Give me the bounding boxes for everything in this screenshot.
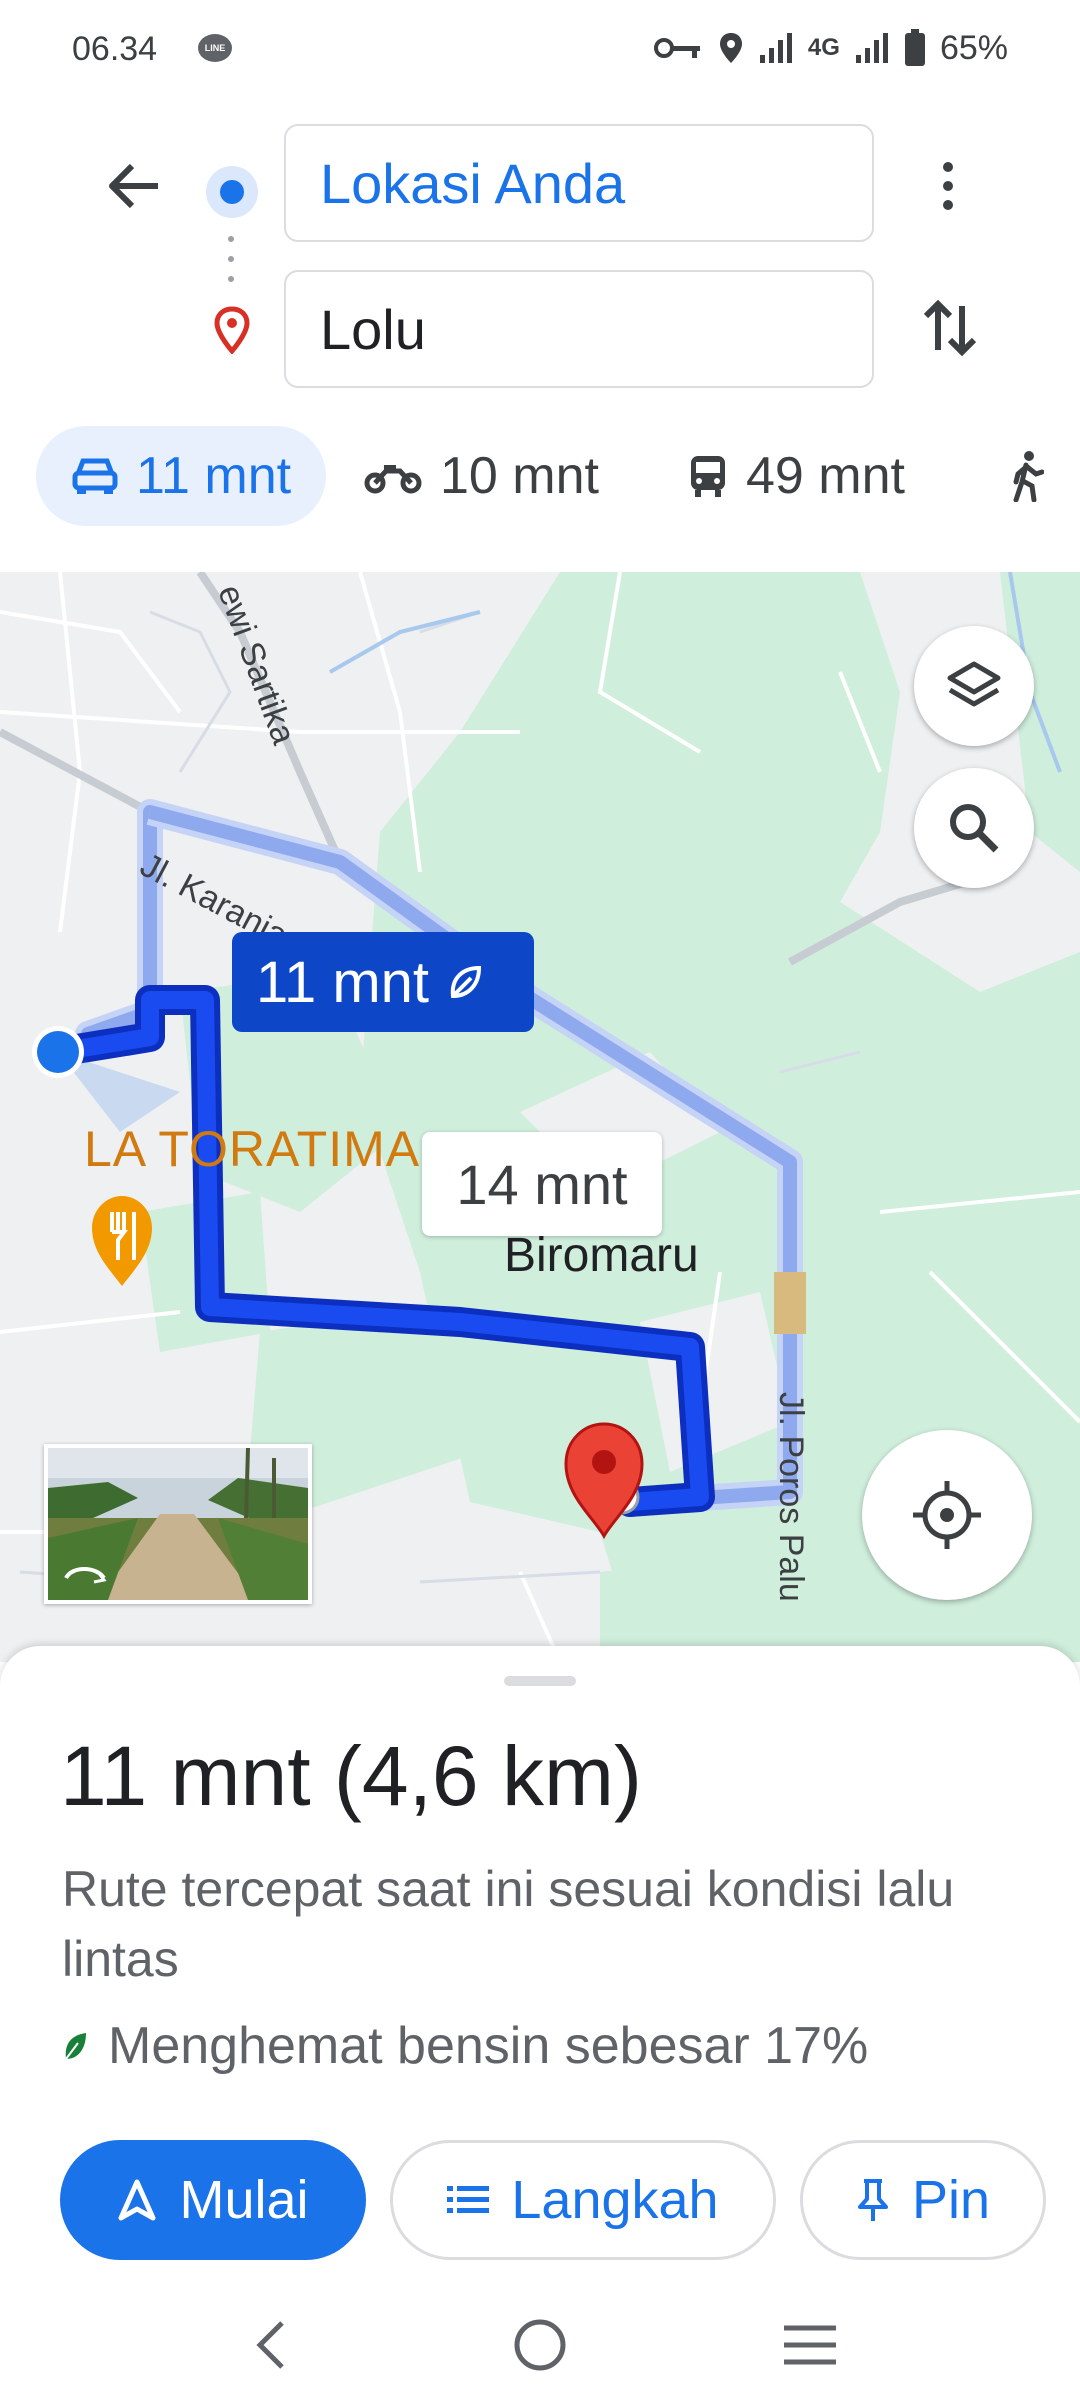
battery-icon	[904, 29, 925, 66]
search-along-route-button[interactable]	[914, 768, 1034, 888]
destination-field[interactable]: Lolu	[284, 270, 874, 388]
search-icon	[950, 804, 999, 853]
status-icons: 4G 65%	[653, 26, 1008, 70]
car-icon	[72, 458, 118, 494]
street-view-thumbnail[interactable]	[44, 1444, 312, 1604]
start-navigation-button[interactable]: Mulai	[60, 2140, 366, 2260]
route-summary-title: 11 mnt (4,6 km)	[60, 1729, 642, 1823]
back-button[interactable]	[98, 150, 170, 222]
fuel-saving-note: Menghemat bensin sebesar 17%	[62, 2016, 868, 2076]
route-connector-dots	[228, 236, 236, 282]
crosshair-icon	[913, 1481, 981, 1549]
steps-button-label: Langkah	[511, 2170, 719, 2230]
system-home-button[interactable]	[500, 2310, 580, 2380]
list-icon	[447, 2186, 490, 2213]
signal-icon-2	[855, 33, 888, 63]
poi-label-restaurant[interactable]: LA TORATIMA	[84, 1120, 420, 1178]
mode-tab-car[interactable]: 11 mnt	[36, 426, 326, 526]
eco-leaf-icon	[450, 965, 482, 999]
layers-icon	[947, 661, 1001, 707]
route-summary-description: Rute tercepat saat ini sesuai kondisi la…	[62, 1861, 955, 1987]
street-view-image	[48, 1448, 308, 1600]
arrow-back-icon	[109, 163, 158, 209]
origin-field[interactable]: Lokasi Anda	[284, 124, 874, 242]
transit-icon	[691, 456, 725, 497]
battery-percent: 65%	[939, 28, 1008, 67]
signal-icon	[759, 33, 792, 63]
recents-icon	[784, 2325, 836, 2365]
walk-icon	[1013, 451, 1044, 502]
location-icon	[719, 33, 742, 63]
status-bar: 06.34 LINE 4G 65%	[0, 0, 1080, 100]
vpn-key-icon	[653, 38, 700, 58]
chevron-left-icon	[256, 2321, 284, 2369]
route-time-callout-main[interactable]: 11 mnt	[232, 932, 534, 1032]
system-navigation-bar	[0, 2290, 1080, 2400]
mode-car-time: 11 mnt	[136, 447, 292, 505]
mode-tab-walk[interactable]	[1010, 426, 1062, 526]
eco-leaf-icon	[65, 2033, 86, 2060]
fuel-saving-text: Menghemat bensin sebesar 17%	[108, 2017, 869, 2075]
origin-dot-icon	[206, 166, 258, 218]
motorcycle-icon	[364, 465, 422, 494]
route-time-callout-alt[interactable]: 14 mnt	[422, 1132, 662, 1236]
system-recents-button[interactable]	[770, 2310, 850, 2380]
mode-motorcycle-time: 10 mnt	[440, 447, 599, 505]
network-type: 4G	[807, 34, 840, 61]
place-label-biromaru: Biromaru	[504, 1229, 699, 1282]
route-details-sheet[interactable]: 11 mnt (4,6 km) Rute tercepat saat ini s…	[0, 1646, 1080, 2400]
navigation-arrow-icon	[118, 2179, 156, 2221]
steps-button[interactable]: Langkah	[390, 2140, 776, 2260]
status-time: 06.34	[72, 30, 158, 68]
swap-icon[interactable]	[914, 292, 986, 364]
route-main-time: 11 mnt	[256, 949, 430, 1015]
pin-icon	[857, 2179, 888, 2221]
sheet-drag-handle[interactable]	[504, 1676, 576, 1686]
home-circle-icon	[514, 2319, 566, 2371]
start-button-label: Mulai	[179, 2170, 309, 2230]
travel-mode-tabs: 11 mnt 10 mnt 49 mnt	[0, 426, 1080, 526]
mode-tab-transit[interactable]: 49 mnt	[688, 426, 905, 526]
pin-button-label: Pin	[911, 2170, 991, 2230]
mode-tab-motorcycle[interactable]: 10 mnt	[364, 426, 599, 526]
layers-button[interactable]	[914, 626, 1034, 746]
pin-button[interactable]: Pin	[800, 2140, 1046, 2260]
more-options-button[interactable]	[918, 150, 978, 222]
mode-transit-time: 49 mnt	[746, 447, 905, 505]
line-app-icon: LINE	[198, 34, 232, 62]
map-view[interactable]: Jl. Karanja L ewi Sartika Jl. Poros Palu…	[0, 572, 1080, 1662]
system-back-button[interactable]	[230, 2310, 310, 2380]
my-location-button[interactable]	[862, 1430, 1032, 1600]
destination-pin-icon	[214, 306, 250, 354]
road-label-poros-palu: Jl. Poros Palu	[772, 1392, 810, 1602]
